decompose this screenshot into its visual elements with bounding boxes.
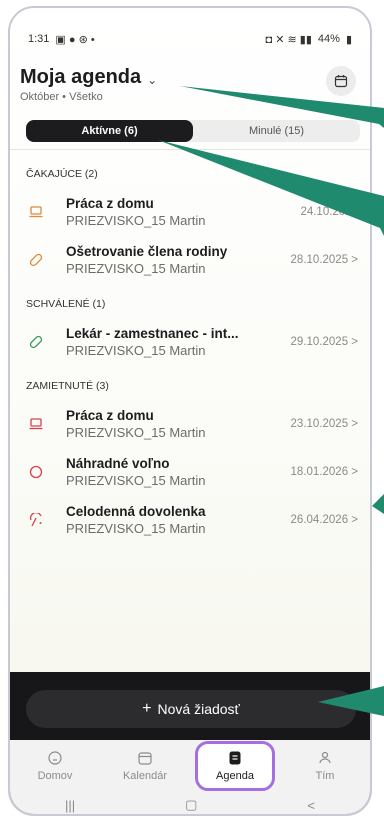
item-person: PRIEZVISKO_15 Martin bbox=[66, 213, 206, 228]
bottom-panel: + Nová žiadosť Domov Kalendár Agenda Tím bbox=[10, 672, 370, 814]
recents-icon[interactable]: ||| bbox=[65, 798, 75, 813]
agenda-title-dropdown[interactable]: Moja agenda ⌄ bbox=[20, 66, 157, 89]
item-person: PRIEZVISKO_15 Martin bbox=[66, 521, 206, 536]
notification-icons: ▣ ● ⊛ • bbox=[55, 33, 95, 46]
tab-team-label: Tím bbox=[315, 770, 335, 782]
laptop-icon bbox=[26, 414, 46, 434]
item-person: PRIEZVISKO_15 Martin bbox=[66, 261, 206, 276]
calendar-icon bbox=[334, 75, 348, 88]
tab-switcher: Aktívne (6) Minulé (15) bbox=[26, 120, 360, 142]
item-date: 28.10.2025 > bbox=[290, 254, 358, 266]
annotation-arrow bbox=[372, 494, 384, 514]
bandage-icon bbox=[26, 332, 46, 352]
divider bbox=[10, 149, 370, 150]
tab-team[interactable]: Tím bbox=[280, 740, 370, 792]
agenda-icon bbox=[229, 751, 241, 765]
item-title: Celodenná dovolenka bbox=[66, 504, 206, 519]
back-icon[interactable]: < bbox=[307, 798, 315, 813]
list-item[interactable]: Lekár - zamestnanec - int... PRIEZVISKO_… bbox=[10, 318, 370, 366]
item-title: Lekár - zamestnanec - int... bbox=[66, 326, 239, 341]
request-list: ČAKAJÚCE (2) Práca z domu PRIEZVISKO_15 … bbox=[10, 154, 370, 544]
tab-active[interactable]: Aktívne (6) bbox=[26, 120, 193, 142]
circle-icon bbox=[26, 462, 46, 482]
tab-home[interactable]: Domov bbox=[10, 740, 100, 792]
bottom-navigation: Domov Kalendár Agenda Tím bbox=[10, 740, 370, 792]
item-date: 18.01.2026 > bbox=[290, 466, 358, 478]
signal-icons: ◘ ✕ ≋ ▮▮ bbox=[265, 33, 312, 46]
battery-percent: 44% bbox=[317, 33, 340, 45]
new-request-label: Nová žiadosť bbox=[157, 701, 240, 717]
item-person: PRIEZVISKO_15 Martin bbox=[66, 425, 206, 440]
team-icon bbox=[319, 751, 331, 764]
list-item[interactable]: Práca z domu PRIEZVISKO_15 Martin 23.10.… bbox=[10, 400, 370, 448]
item-date: 23.10.2025 > bbox=[290, 418, 358, 430]
list-item[interactable]: Ošetrovanie člena rodiny PRIEZVISKO_15 M… bbox=[10, 236, 370, 284]
home-gesture-icon[interactable]: ▢ bbox=[185, 797, 197, 813]
bandage-icon bbox=[26, 250, 46, 270]
plus-icon: + bbox=[142, 700, 152, 717]
calendar-button[interactable] bbox=[326, 66, 356, 96]
beach-umbrella-icon bbox=[26, 510, 46, 530]
item-date: 26.04.2026 > bbox=[290, 514, 358, 526]
new-request-button[interactable]: + Nová žiadosť bbox=[26, 690, 356, 728]
tab-home-label: Domov bbox=[37, 770, 73, 782]
item-title: Práca z domu bbox=[66, 408, 154, 423]
section-approved: SCHVÁLENÉ (1) bbox=[26, 298, 106, 310]
tab-calendar[interactable]: Kalendár bbox=[100, 740, 190, 792]
chevron-down-icon: ⌄ bbox=[147, 72, 158, 87]
page-title: Moja agenda bbox=[20, 66, 142, 88]
tab-past[interactable]: Minulé (15) bbox=[193, 120, 360, 142]
tab-calendar-label: Kalendár bbox=[122, 770, 168, 782]
item-date: 29.10.2025 > bbox=[290, 336, 358, 348]
item-person: PRIEZVISKO_15 Martin bbox=[66, 343, 206, 358]
section-rejected: ZAMIETNUTÉ (3) bbox=[26, 380, 109, 392]
item-title: Práca z domu bbox=[66, 196, 154, 211]
filter-subtitle: Október • Všetko bbox=[20, 91, 103, 103]
item-title: Náhradné voľno bbox=[66, 456, 170, 471]
status-bar: 1:31 ▣ ● ⊛ • ◘ ✕ ≋ ▮▮ 44% ▮ bbox=[10, 8, 370, 52]
list-item[interactable]: Celodenná dovolenka PRIEZVISKO_15 Martin… bbox=[10, 496, 370, 544]
status-time: 1:31 bbox=[28, 33, 50, 45]
tab-agenda[interactable]: Agenda bbox=[190, 740, 280, 792]
tab-agenda-label: Agenda bbox=[216, 770, 254, 782]
item-date: 24.10.2025 bbox=[300, 206, 358, 218]
phone-screen: 1:31 ▣ ● ⊛ • ◘ ✕ ≋ ▮▮ 44% ▮ Moja agenda … bbox=[8, 6, 372, 816]
system-navigation: ||| ▢ < bbox=[10, 792, 370, 814]
item-person: PRIEZVISKO_15 Martin bbox=[66, 473, 206, 488]
list-item[interactable]: Náhradné voľno PRIEZVISKO_15 Martin 18.0… bbox=[10, 448, 370, 496]
home-icon bbox=[48, 751, 62, 765]
calendar-icon bbox=[138, 752, 152, 765]
section-pending: ČAKAJÚCE (2) bbox=[26, 168, 98, 180]
list-item[interactable]: Práca z domu PRIEZVISKO_15 Martin 24.10.… bbox=[10, 188, 370, 236]
battery-icon: ▮ bbox=[345, 33, 352, 46]
item-title: Ošetrovanie člena rodiny bbox=[66, 244, 228, 259]
laptop-icon bbox=[26, 202, 46, 222]
